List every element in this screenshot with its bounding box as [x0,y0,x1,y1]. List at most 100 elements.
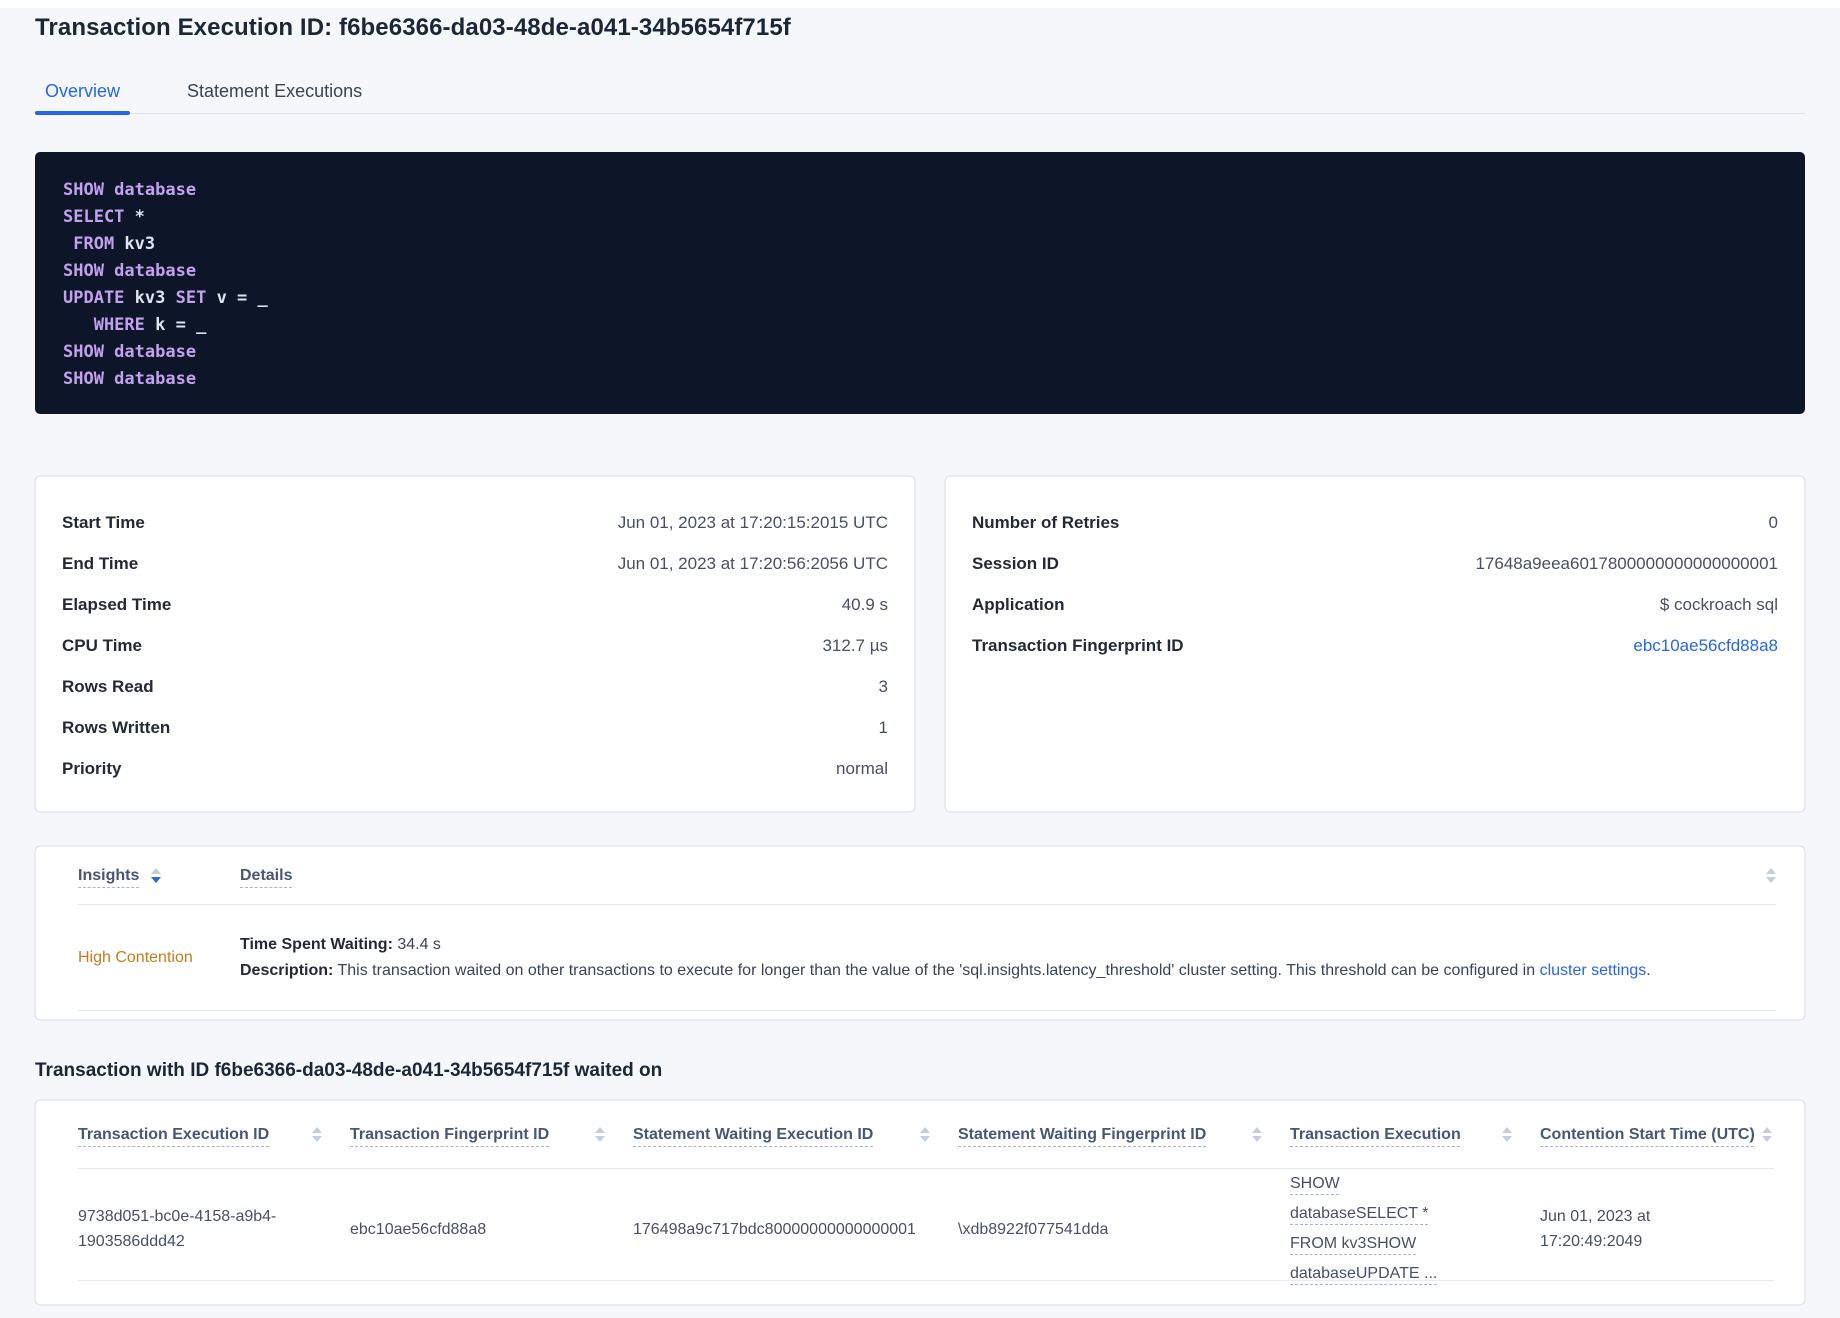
tab-bar: Overview Statement Executions [35,70,1805,115]
column-sort-label[interactable]: Statement Waiting Fingerprint ID [958,1126,1206,1144]
table-row: 9738d051-bc0e-4158-a9b4-1903586ddd42 ebc… [78,1169,1774,1282]
tab-overview-label: Overview [45,81,121,101]
insight-waiting-line: Time Spent Waiting: 34.4 s [240,932,1776,958]
insight-type-badge: High Contention [78,948,193,966]
session-details-card: Number of Retries 0 Session ID 17648a9ee… [945,476,1805,812]
sort-arrows-icon[interactable] [1766,868,1776,883]
detail-value: Jun 01, 2023 at 17:20:56:2056 UTC [617,553,888,573]
insight-row: High Contention Time Spent Waiting: 34.4… [78,905,1776,1011]
insight-details: Time Spent Waiting: 34.4 s Description: … [240,932,1776,984]
sort-desc-icon [595,1136,605,1142]
detail-label: Elapsed Time [62,594,172,614]
sql-keyword: SHOW database [63,342,197,362]
sql-line: SHOW database [63,366,1777,393]
sort-desc-icon [151,877,162,883]
sort-arrows-icon[interactable] [595,1127,605,1142]
column-header-statement-waiting-execution-id: Statement Waiting Execution ID [633,1126,958,1144]
column-sort-label[interactable]: Transaction Execution ID [78,1126,269,1144]
sort-arrows-icon[interactable] [151,868,162,883]
sort-asc-icon [1766,868,1776,874]
sql-line: FROM kv3 [63,231,1777,258]
detail-row-cpu-time: CPU Time 312.7 µs [62,625,888,666]
sql-identifier: v = _ [206,288,268,308]
detail-label: Application [972,594,1065,614]
detail-label: Priority [62,758,122,778]
detail-row-end-time: End Time Jun 01, 2023 at 17:20:56:2056 U… [62,543,888,584]
transaction-execution-link[interactable]: SHOW databaseSELECT * FROM kv3SHOW datab… [1290,1169,1462,1289]
sort-arrows-icon[interactable] [920,1127,930,1142]
sort-arrows-icon[interactable] [1762,1127,1772,1142]
column-header-transaction-execution: Transaction Execution [1290,1126,1540,1144]
insight-description-line: Description: This transaction waited on … [240,958,1776,984]
column-sort-label[interactable]: Statement Waiting Execution ID [633,1126,873,1144]
detail-row-application: Application $ cockroach sql [972,584,1778,625]
insights-sort-header[interactable]: Insights [78,867,139,885]
cluster-settings-link[interactable]: cluster settings [1540,962,1647,979]
top-edge [0,0,1840,8]
sort-asc-icon [151,868,162,874]
cell-transaction-execution: SHOW databaseSELECT * FROM kv3SHOW datab… [1290,1169,1540,1289]
detail-value: 312.7 µs [822,635,888,655]
sql-identifier: * [124,207,145,227]
column-header-transaction-execution-id: Transaction Execution ID [78,1126,350,1144]
sql-line: SHOW database [63,177,1777,204]
detail-value: 3 [878,676,888,696]
sql-keyword: WHERE [63,315,145,335]
execution-details-card: Start Time Jun 01, 2023 at 17:20:15:2015… [35,476,915,812]
sort-arrows-icon[interactable] [312,1127,322,1142]
detail-value: 40.9 s [841,594,888,614]
column-header-statement-waiting-fingerprint-id: Statement Waiting Fingerprint ID [958,1126,1290,1144]
sort-arrows-icon[interactable] [1252,1127,1262,1142]
description-text: This transaction waited on other transac… [333,961,1540,979]
page-title: Transaction Execution ID: f6be6366-da03-… [35,14,791,41]
waiting-time-label: Time Spent Waiting: [240,935,393,953]
sql-line: SELECT * [63,204,1777,231]
detail-row-rows-written: Rows Written 1 [62,707,888,748]
detail-value: normal [836,758,888,778]
sql-keyword: SHOW database [63,261,197,281]
column-sort-label[interactable]: Transaction Fingerprint ID [350,1126,549,1144]
cell-statement-waiting-execution-id: 176498a9c717bdc80000000000000001 [633,1220,916,1238]
sort-asc-icon [595,1127,605,1133]
sql-line: WHERE k = _ [63,312,1777,339]
column-sort-label[interactable]: Contention Start Time (UTC) [1540,1126,1755,1144]
sort-asc-icon [1252,1127,1262,1133]
insights-table: Insights Details High Contention Time Sp… [35,846,1805,1020]
insights-table-header: Insights Details [78,847,1776,905]
detail-label: Rows Written [62,717,171,737]
sql-line: UPDATE kv3 SET v = _ [63,285,1777,312]
transaction-fingerprint-link[interactable]: ebc10ae56cfd88a8 [1633,636,1778,656]
waited-on-table: Transaction Execution ID Transaction Fin… [35,1100,1805,1305]
tab-overview[interactable]: Overview [35,70,131,115]
sql-identifier: kv3 [124,288,176,308]
detail-row-transaction-fingerprint-id: Transaction Fingerprint ID ebc10ae56cfd8… [972,625,1778,666]
tab-statement-executions[interactable]: Statement Executions [177,70,372,113]
sort-arrows-icon[interactable] [1502,1127,1512,1142]
detail-row-elapsed-time: Elapsed Time 40.9 s [62,584,888,625]
detail-value: 0 [1768,512,1778,532]
details-sort-header[interactable]: Details [240,867,292,885]
detail-label: CPU Time [62,635,142,655]
sort-desc-icon [1766,877,1776,883]
column-header-transaction-fingerprint-id: Transaction Fingerprint ID [350,1126,633,1144]
detail-label: Rows Read [62,676,154,696]
sql-identifier: k = _ [144,315,207,335]
detail-value: Jun 01, 2023 at 17:20:15:2015 UTC [617,512,888,532]
sort-asc-icon [312,1127,322,1133]
detail-label: Session ID [972,553,1059,573]
detail-row-rows-read: Rows Read 3 [62,666,888,707]
waited-on-heading: Transaction with ID f6be6366-da03-48de-a… [35,1060,663,1081]
cell-statement-waiting-fingerprint-id: \xdb8922f077541dda [958,1220,1109,1238]
detail-row-start-time: Start Time Jun 01, 2023 at 17:20:15:2015… [62,502,888,543]
sort-desc-icon [312,1136,322,1142]
sort-desc-icon [920,1136,930,1142]
sort-asc-icon [1762,1127,1772,1133]
sql-keyword: SHOW database [63,369,197,389]
description-period: . [1646,961,1651,979]
sql-statements-box: SHOW database SELECT * FROM kv3 SHOW dat… [35,152,1805,414]
column-sort-label[interactable]: Transaction Execution [1290,1126,1461,1144]
detail-value: 17648a9eea6017800000000000000001 [1475,553,1778,573]
sort-desc-icon [1762,1136,1772,1142]
sql-identifier: kv3 [114,234,156,254]
sql-keyword: SHOW database [63,180,197,200]
